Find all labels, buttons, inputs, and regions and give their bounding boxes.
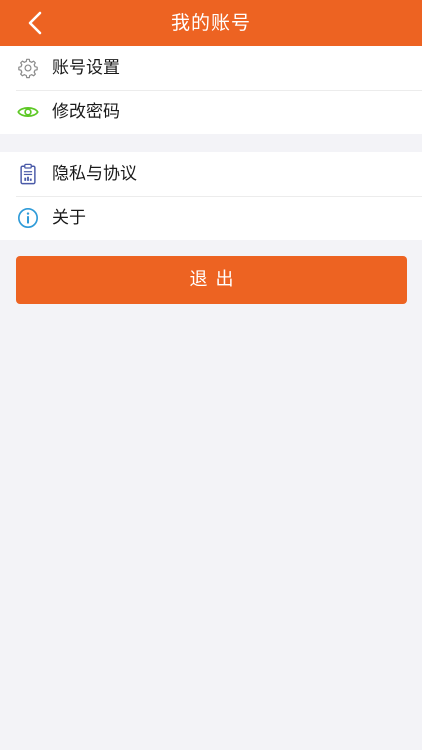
menu-item-label: 关于	[52, 208, 86, 228]
menu-item-about[interactable]: 关于	[0, 196, 422, 240]
info-icon	[17, 207, 39, 229]
menu-item-change-password[interactable]: 修改密码	[0, 90, 422, 134]
gear-icon	[17, 57, 39, 79]
menu-item-label: 账号设置	[52, 58, 120, 78]
clipboard-icon	[17, 163, 39, 185]
menu-item-privacy-agreement[interactable]: 隐私与协议	[0, 152, 422, 196]
menu-item-label: 隐私与协议	[52, 164, 137, 184]
menu-group-info: 隐私与协议 关于	[0, 152, 422, 240]
eye-icon	[17, 101, 39, 123]
logout-button[interactable]: 退出	[16, 256, 407, 304]
nav-bar: 我的账号	[0, 0, 422, 46]
menu-item-account-settings[interactable]: 账号设置	[0, 46, 422, 90]
menu-item-label: 修改密码	[52, 102, 120, 122]
app-screen: 我的账号 账号设置 修改密码 隐私与协议 关于 退出	[0, 0, 422, 750]
menu-group-account: 账号设置 修改密码	[0, 46, 422, 134]
page-title: 我的账号	[170, 12, 251, 34]
